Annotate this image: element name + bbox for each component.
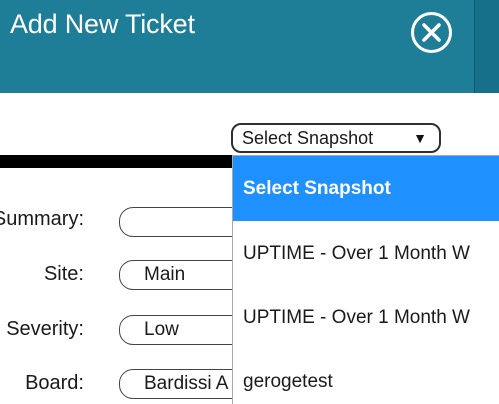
dropdown-option[interactable]: Select Snapshot <box>233 156 499 221</box>
close-button[interactable] <box>411 12 452 53</box>
board-label: Board: <box>25 372 84 394</box>
dropdown-option[interactable]: UPTIME - Over 1 Month W <box>233 285 499 350</box>
summary-label: Summary: <box>0 208 84 230</box>
snapshot-select-value: Select Snapshot <box>242 128 374 148</box>
close-icon <box>422 23 441 42</box>
snapshot-select[interactable]: Select Snapshot ▼ <box>231 123 441 153</box>
site-label: Site: <box>43 263 84 285</box>
header-scroll-edge <box>474 0 499 93</box>
dropdown-option[interactable]: UPTIME - Over 1 Month W <box>233 221 499 286</box>
severity-label: Severity: <box>6 318 84 340</box>
dialog-header: Add New Ticket <box>0 0 499 93</box>
dropdown-option[interactable]: gerogetest <box>233 349 499 404</box>
dialog-title: Add New Ticket <box>10 9 195 39</box>
chevron-down-icon: ▼ <box>413 130 427 146</box>
snapshot-dropdown-list: Select Snapshot UPTIME - Over 1 Month W … <box>232 155 499 404</box>
